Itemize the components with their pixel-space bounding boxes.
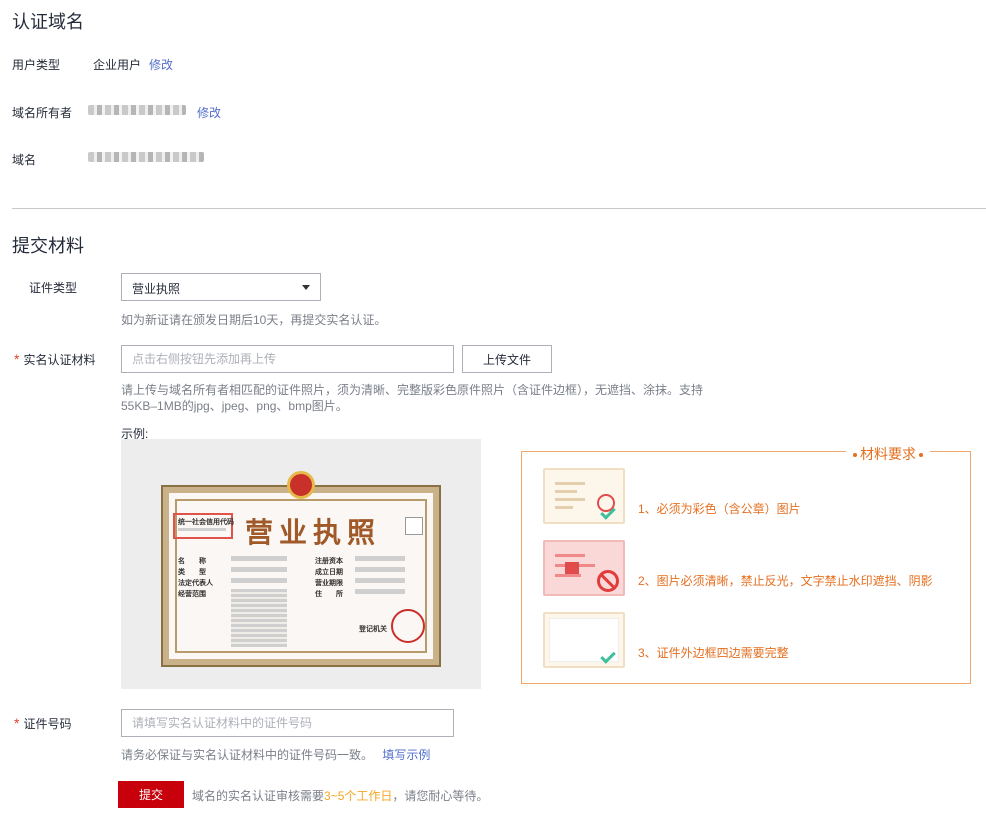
cert-no-label: 证件号码 xyxy=(23,717,72,731)
license-field-left: 经营范围 xyxy=(178,591,206,598)
required-asterisk: * xyxy=(14,715,20,731)
section-divider xyxy=(12,208,986,209)
official-seal-icon xyxy=(391,609,425,643)
review-prefix: 域名的实名认证审核需要 xyxy=(192,789,325,803)
cert-type-select[interactable]: 营业执照 xyxy=(121,273,321,301)
cert-no-field[interactable] xyxy=(122,710,453,736)
cert-type-label: 证件类型 xyxy=(29,281,78,295)
material-label-row: * 实名认证材料 xyxy=(14,351,95,368)
cert-no-label-row: * 证件号码 xyxy=(14,715,71,732)
cert-no-input[interactable] xyxy=(121,709,454,737)
requirement-item: 1、必须为彩色（含公章）图片 xyxy=(638,502,801,516)
license-field-right: 成立日期 xyxy=(315,569,343,576)
required-asterisk: * xyxy=(14,351,20,367)
requirements-legend-text: 材料要求 xyxy=(860,446,916,462)
material-label: 实名认证材料 xyxy=(23,353,96,367)
national-emblem-icon xyxy=(287,471,315,499)
chevron-down-icon xyxy=(302,285,310,290)
domain-owner-label: 域名所有者 xyxy=(12,106,73,120)
cert-type-selected: 营业执照 xyxy=(132,282,181,296)
domain-value-redacted xyxy=(88,151,204,165)
material-file-field[interactable] xyxy=(122,346,453,372)
license-field-left: 名 称 xyxy=(178,558,206,565)
requirement-item: 2、图片必须清晰，禁止反光，文字禁止水印遮挡、阴影 xyxy=(638,574,933,588)
fill-example-link[interactable]: 填写示例 xyxy=(382,748,430,762)
clarity-thumb xyxy=(543,540,625,596)
cert-no-hint: 请务必保证与实名认证材料中的证件号码一致。 xyxy=(121,748,374,762)
license-title: 营业执照 xyxy=(245,516,382,549)
color-image-thumb xyxy=(543,468,625,524)
submit-button[interactable]: 提交 xyxy=(118,781,184,808)
upload-file-button[interactable]: 上传文件 xyxy=(462,345,552,373)
submit-materials-title: 提交材料 xyxy=(12,236,84,256)
license-field-left: 法定代表人 xyxy=(178,580,213,587)
license-field-left: 类 型 xyxy=(178,569,206,576)
modify-owner-link[interactable]: 修改 xyxy=(197,104,221,121)
license-field-right: 营业期限 xyxy=(315,580,343,587)
license-field-right: 住 所 xyxy=(315,591,343,598)
license-frame: 统一社会信用代码 营业执照 名 称 类 型 法定代表人 经营范围 注册资本 成立… xyxy=(161,471,441,667)
material-hint-line1: 请上传与域名所有者相匹配的证件照片，须为清晰、完整版彩色原件照片（含证件边框），… xyxy=(121,383,704,397)
review-suffix: ，请您耐心等待。 xyxy=(392,789,489,803)
domain-owner-redacted xyxy=(88,104,186,118)
license-authority: 登记机关 xyxy=(359,626,387,633)
qr-code-icon xyxy=(405,517,423,535)
material-hint-line2: 55KB–1MB的jpg、jpeg、png、bmp图片。 xyxy=(121,399,348,413)
material-file-input[interactable] xyxy=(121,345,454,373)
domain-label: 域名 xyxy=(12,153,37,167)
user-type-label: 用户类型 xyxy=(12,58,61,72)
license-example-image: 统一社会信用代码 营业执照 名 称 类 型 法定代表人 经营范围 注册资本 成立… xyxy=(121,439,481,689)
review-notice: 域名的实名认证审核需要3~5个工作日，请您耐心等待。 xyxy=(192,787,488,804)
cert-type-hint: 如为新证请在颁发日期后10天，再提交实名认证。 xyxy=(121,313,387,327)
review-days: 3~5个工作日 xyxy=(324,789,393,803)
user-type-value: 企业用户 xyxy=(93,58,142,72)
prohibited-icon xyxy=(597,570,619,592)
material-hint: 请上传与域名所有者相匹配的证件照片，须为清晰、完整版彩色原件照片（含证件边框），… xyxy=(121,382,741,414)
requirements-box: 材料要求 1、必须为彩色（含公章）图片 2、图片必须清晰，禁止反光，文字禁止水印… xyxy=(521,444,971,684)
verify-domain-title: 认证域名 xyxy=(12,12,84,32)
license-field-right: 注册资本 xyxy=(315,558,343,565)
credit-code-label: 统一社会信用代码 xyxy=(178,519,234,526)
requirement-item: 3、证件外边框四边需要完整 xyxy=(638,646,789,660)
requirements-legend: 材料要求 xyxy=(846,444,930,464)
cert-no-hint-row: 请务必保证与实名认证材料中的证件号码一致。 填写示例 xyxy=(121,746,430,763)
modify-user-type-link[interactable]: 修改 xyxy=(149,56,173,73)
border-thumb xyxy=(543,612,625,668)
